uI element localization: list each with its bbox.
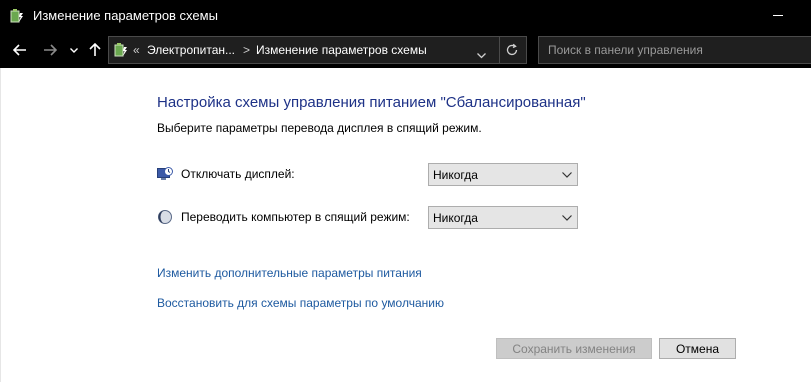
up-button[interactable] bbox=[86, 38, 104, 62]
breadcrumb-power-options[interactable]: Электропитан... bbox=[147, 43, 235, 57]
recent-locations-button[interactable] bbox=[66, 38, 82, 62]
cancel-button[interactable]: Отмена bbox=[659, 338, 736, 359]
sleep-label: Переводить компьютер в спящий режим: bbox=[181, 210, 410, 224]
navigation-bar: « Электропитан... > Изменение параметров… bbox=[0, 32, 811, 68]
sleep-value: Никогда bbox=[433, 211, 478, 225]
chevron-down-icon bbox=[562, 172, 572, 178]
arrow-right-icon bbox=[44, 44, 57, 56]
chevron-down-icon bbox=[477, 53, 486, 59]
chevron-down-icon bbox=[562, 215, 572, 221]
sleep-select[interactable]: Никогда bbox=[428, 206, 578, 229]
advanced-power-settings-link[interactable]: Изменить дополнительные параметры питани… bbox=[157, 266, 422, 280]
forward-button[interactable] bbox=[38, 38, 62, 62]
search-box[interactable] bbox=[538, 36, 811, 64]
refresh-icon bbox=[506, 43, 518, 56]
chevron-down-icon bbox=[70, 47, 78, 53]
refresh-button[interactable] bbox=[505, 43, 519, 62]
restore-defaults-link[interactable]: Восстановить для схемы параметры по умол… bbox=[157, 296, 444, 310]
title-bar: Изменение параметров схемы bbox=[0, 0, 811, 32]
address-bar[interactable]: « Электропитан... > Изменение параметров… bbox=[108, 36, 527, 64]
display-off-select[interactable]: Никогда bbox=[428, 163, 578, 186]
breadcrumb-edit-plan-settings[interactable]: Изменение параметров схемы bbox=[256, 43, 427, 57]
display-off-value: Никогда bbox=[433, 168, 478, 182]
arrow-up-icon bbox=[89, 43, 101, 56]
display-off-label: Отключать дисплей: bbox=[181, 167, 295, 181]
minimize-button[interactable] bbox=[773, 15, 783, 16]
save-changes-button[interactable]: Сохранить изменения bbox=[496, 338, 652, 359]
control-panel-icon bbox=[113, 42, 129, 58]
moon-icon bbox=[157, 209, 173, 225]
breadcrumb-overflow[interactable]: « bbox=[133, 43, 140, 57]
back-button[interactable] bbox=[8, 38, 32, 62]
page-description: Выберите параметры перевода дисплея в сп… bbox=[157, 121, 482, 135]
power-options-icon bbox=[9, 8, 25, 24]
arrow-left-icon bbox=[13, 44, 26, 56]
window-edge bbox=[0, 68, 1, 382]
window-title: Изменение параметров схемы bbox=[33, 8, 218, 23]
main-content: Настройка схемы управления питанием "Сба… bbox=[0, 68, 811, 382]
search-input[interactable] bbox=[539, 37, 811, 63]
address-divider bbox=[499, 37, 500, 63]
page-title: Настройка схемы управления питанием "Сба… bbox=[157, 94, 586, 111]
address-dropdown-button[interactable] bbox=[477, 46, 486, 64]
breadcrumb-separator[interactable]: > bbox=[243, 43, 250, 57]
monitor-clock-icon bbox=[157, 166, 173, 182]
